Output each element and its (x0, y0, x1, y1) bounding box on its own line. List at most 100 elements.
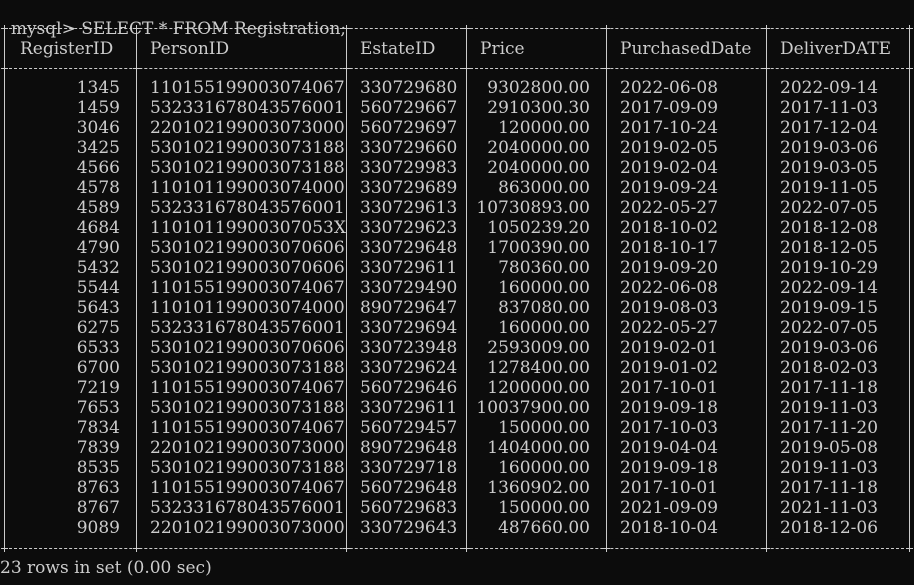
column-divider (909, 72, 910, 545)
header-column-divider (766, 32, 767, 65)
column-divider (136, 72, 137, 545)
cell-person-id: 110155199003074067 (150, 478, 345, 498)
cell-person-id: 11010119900307053X (150, 218, 346, 238)
cell-estate-id: 330729648 (360, 238, 458, 258)
cell-purchased-date: 2018-10-17 (620, 238, 719, 258)
border-corner (343, 65, 350, 72)
cell-purchased-date: 2019-01-02 (620, 358, 719, 378)
cell-person-id: 220102199003073000 (150, 518, 345, 538)
cell-register-id: 3046 (76, 118, 120, 138)
cell-register-id: 8763 (76, 478, 120, 498)
cell-deliver-date: 2019-03-06 (780, 338, 879, 358)
border-corner (763, 65, 770, 72)
cell-person-id: 530102199003073188 (150, 458, 345, 478)
cell-estate-id: 560729683 (360, 498, 458, 518)
cell-person-id: 532331678043576001 (150, 498, 345, 518)
cell-price: 160000.00 (498, 278, 590, 298)
column-divider (4, 72, 5, 545)
cell-person-id: 110155199003074067 (150, 418, 345, 438)
cell-person-id: 532331678043576001 (150, 198, 345, 218)
border-corner (1, 545, 8, 552)
cell-deliver-date: 2019-03-06 (780, 138, 879, 158)
cell-estate-id: 330729660 (360, 138, 458, 158)
cell-deliver-date: 2018-02-03 (780, 358, 879, 378)
sql-command: SELECT * FROM Registration; (81, 19, 347, 39)
cell-estate-id: 330729611 (360, 258, 458, 278)
column-header-person-id: PersonID (150, 39, 230, 59)
cell-register-id: 4684 (76, 218, 120, 238)
cell-deliver-date: 2022-07-05 (780, 198, 879, 218)
cell-register-id: 6533 (76, 338, 120, 358)
column-header-purchased-date: PurchasedDate (620, 39, 752, 59)
cell-register-id: 4790 (76, 238, 120, 258)
cell-price: 9302800.00 (487, 78, 590, 98)
cell-deliver-date: 2019-10-29 (780, 258, 879, 278)
border-corner (1, 65, 8, 72)
cell-estate-id: 330729643 (360, 518, 458, 538)
cell-purchased-date: 2017-09-09 (620, 98, 719, 118)
cell-price: 780360.00 (498, 258, 590, 278)
cell-deliver-date: 2018-12-08 (780, 218, 879, 238)
border-corner (133, 545, 140, 552)
cell-estate-id: 330729490 (360, 278, 458, 298)
cell-purchased-date: 2022-05-27 (620, 318, 719, 338)
cell-purchased-date: 2019-09-18 (620, 458, 719, 478)
cell-price: 150000.00 (498, 498, 590, 518)
result-summary: 23 rows in set (0.00 sec) (0, 558, 212, 578)
cell-person-id: 530102199003070606 (150, 258, 345, 278)
column-header-price: Price (480, 39, 525, 59)
cell-estate-id: 330729623 (360, 218, 458, 238)
cell-register-id: 5544 (76, 278, 120, 298)
border-corner (133, 65, 140, 72)
cell-deliver-date: 2018-12-05 (780, 238, 879, 258)
cell-estate-id: 330729680 (360, 78, 458, 98)
cell-estate-id: 560729648 (360, 478, 458, 498)
border-corner (463, 25, 470, 32)
cell-register-id: 7839 (76, 438, 120, 458)
cell-purchased-date: 2019-02-01 (620, 338, 719, 358)
header-column-divider (136, 32, 137, 65)
border-corner (906, 545, 913, 552)
cell-register-id: 7219 (76, 378, 120, 398)
cell-register-id: 5643 (76, 298, 120, 318)
cell-purchased-date: 2018-10-04 (620, 518, 719, 538)
cell-register-id: 1345 (76, 78, 120, 98)
cell-price: 160000.00 (498, 318, 590, 338)
cell-register-id: 3425 (76, 138, 120, 158)
cell-person-id: 110101199003074000 (150, 298, 345, 318)
header-column-divider (909, 32, 910, 65)
cell-estate-id: 330729624 (360, 358, 458, 378)
cell-estate-id: 330729718 (360, 458, 458, 478)
header-column-divider (606, 32, 607, 65)
cell-deliver-date: 2022-09-14 (780, 278, 879, 298)
cell-deliver-date: 2017-11-18 (780, 478, 879, 498)
header-column-divider (466, 32, 467, 65)
cell-purchased-date: 2017-10-01 (620, 378, 719, 398)
cell-person-id: 530102199003073188 (150, 398, 345, 418)
cell-price: 10037900.00 (476, 398, 590, 418)
header-column-divider (4, 32, 5, 65)
cell-purchased-date: 2018-10-02 (620, 218, 719, 238)
cell-purchased-date: 2021-09-09 (620, 498, 719, 518)
column-header-register-id: RegisterID (20, 39, 114, 59)
cell-purchased-date: 2017-10-24 (620, 118, 719, 138)
cell-purchased-date: 2022-06-08 (620, 278, 719, 298)
cell-price: 120000.00 (498, 118, 590, 138)
cell-register-id: 7834 (76, 418, 120, 438)
cell-purchased-date: 2017-10-03 (620, 418, 719, 438)
border-corner (1, 25, 8, 32)
column-divider (606, 72, 607, 545)
cell-purchased-date: 2019-09-20 (620, 258, 719, 278)
cell-purchased-date: 2019-08-03 (620, 298, 719, 318)
cell-register-id: 1459 (76, 98, 120, 118)
cell-person-id: 532331678043576001 (150, 98, 345, 118)
column-header-estate-id: EstateID (360, 39, 436, 59)
cell-register-id: 6275 (76, 318, 120, 338)
cell-purchased-date: 2019-09-24 (620, 178, 719, 198)
cell-deliver-date: 2019-11-03 (780, 398, 879, 418)
column-divider (766, 72, 767, 545)
cell-price: 837080.00 (498, 298, 590, 318)
border-corner (603, 545, 610, 552)
cell-estate-id: 560729667 (360, 98, 458, 118)
cell-price: 1200000.00 (487, 378, 590, 398)
